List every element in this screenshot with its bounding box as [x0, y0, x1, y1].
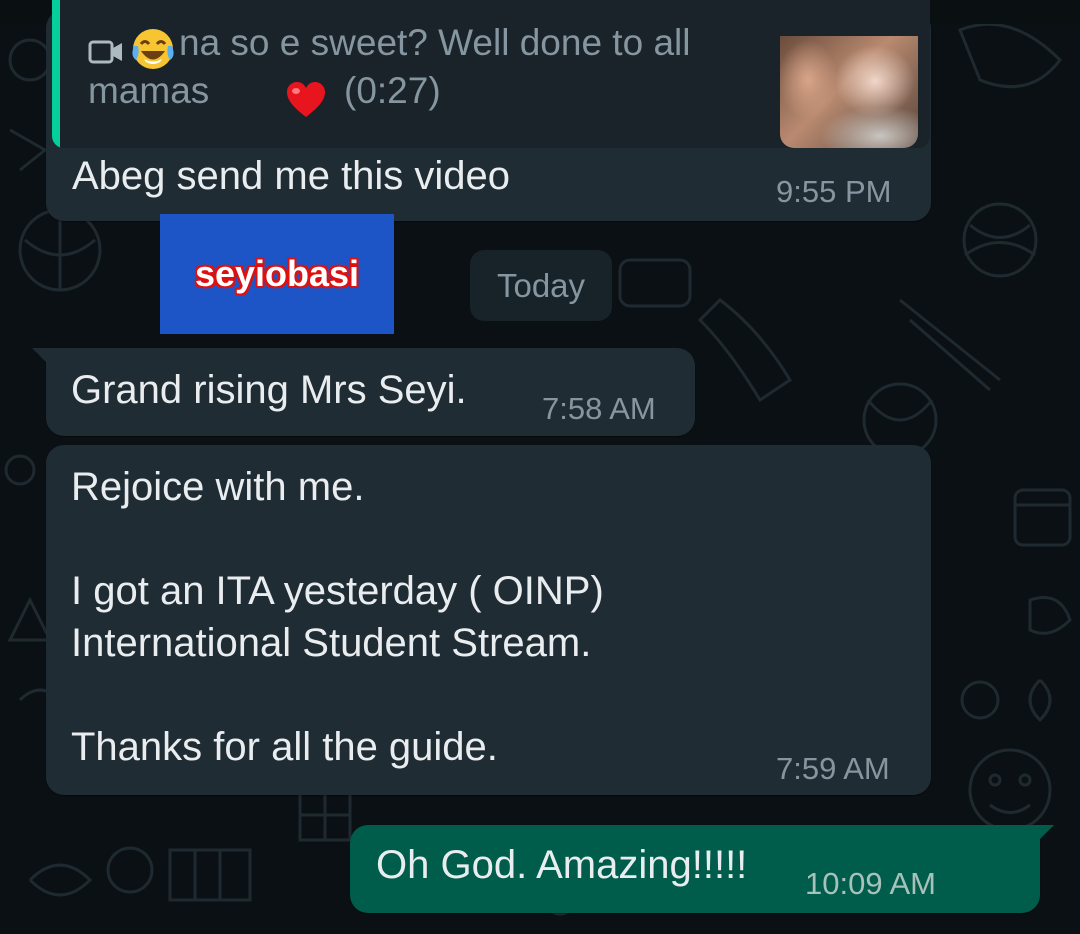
quoted-text-mamas: mamas: [88, 70, 210, 111]
message-text: Rejoice with me. I got an ITA yesterday …: [71, 465, 604, 769]
message-text: Oh God. Amazing!!!!!: [376, 843, 748, 887]
bubble-tail: [1036, 825, 1054, 843]
message-time: 7:59 AM: [776, 751, 890, 786]
message-text: Abeg send me this video: [72, 154, 511, 198]
date-separator: Today: [470, 250, 612, 321]
incoming-message[interactable]: Rejoice with me. I got an ITA yesterday …: [46, 445, 931, 795]
incoming-message-reply[interactable]: na so e sweet? Well done to all mamas (0…: [46, 0, 931, 221]
watermark-text: seyiobasi: [194, 253, 360, 294]
quoted-message[interactable]: na so e sweet? Well done to all mamas (0…: [52, 0, 930, 148]
message-text: Grand rising Mrs Seyi.: [71, 368, 467, 412]
red-heart-emoji: [287, 82, 325, 117]
laughing-crying-emoji: [132, 29, 174, 69]
message-time: 9:55 PM: [776, 174, 892, 209]
message-time: 7:58 AM: [542, 391, 656, 426]
video-thumbnail[interactable]: [780, 36, 918, 148]
bubble-tail: [32, 348, 50, 366]
quoted-duration: (0:27): [344, 70, 441, 111]
quoted-text-line1: na so e sweet? Well done to all: [179, 22, 691, 63]
incoming-message[interactable]: Grand rising Mrs Seyi. 7:58 AM: [32, 348, 695, 436]
date-label: Today: [496, 267, 586, 304]
watermark-badge: seyiobasi: [160, 214, 394, 334]
outgoing-message[interactable]: Oh God. Amazing!!!!! 10:09 AM: [350, 825, 1054, 913]
video-camera-icon: [88, 40, 122, 64]
quote-accent-bar: [52, 0, 60, 148]
message-time: 10:09 AM: [805, 866, 936, 901]
